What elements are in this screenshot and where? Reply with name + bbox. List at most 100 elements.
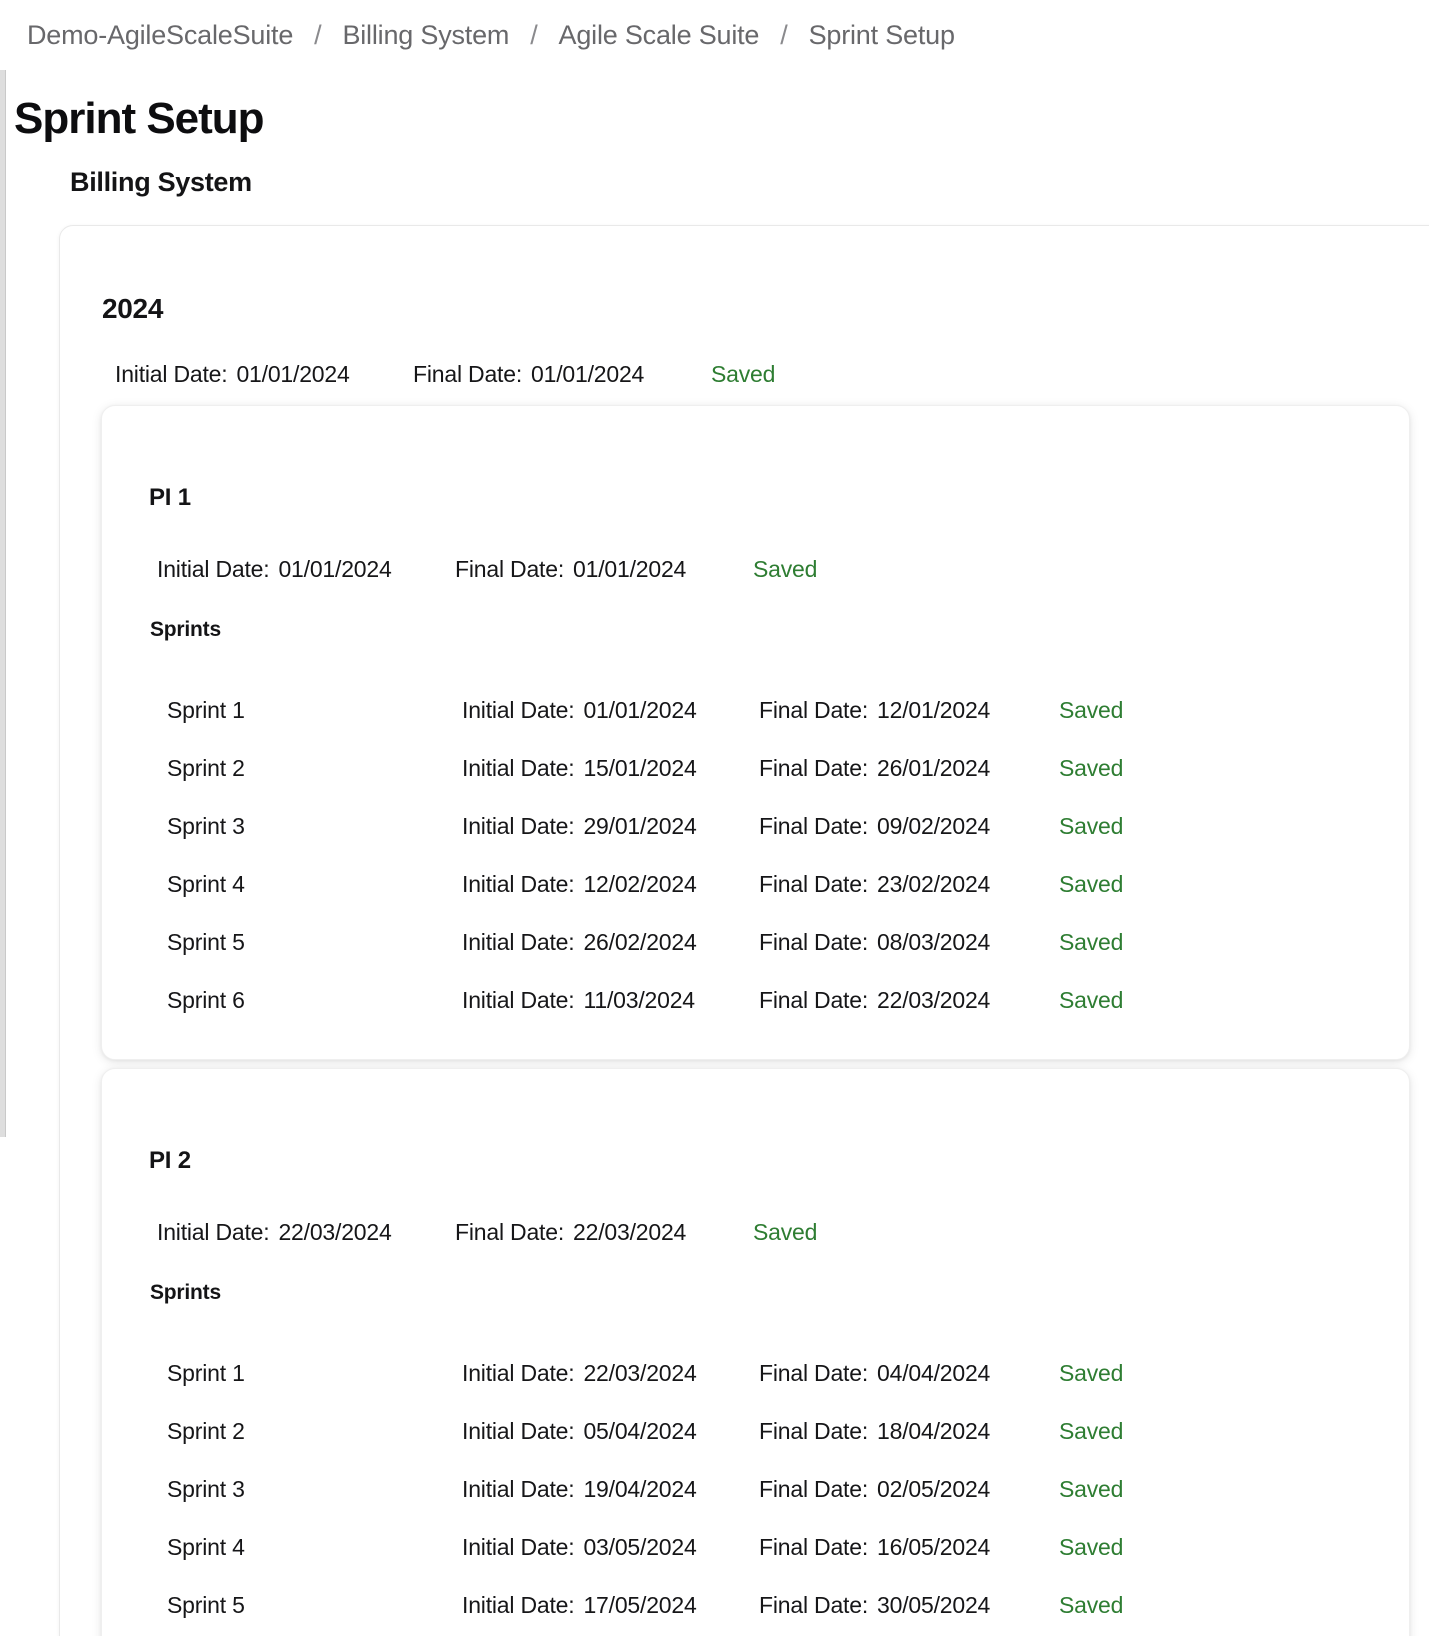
initial-date-label: Initial Date: bbox=[462, 813, 575, 839]
sprint-initial-date-field[interactable]: Initial Date: 26/02/2024 bbox=[462, 929, 759, 956]
sprint-initial-date-field[interactable]: Initial Date: 05/04/2024 bbox=[462, 1418, 759, 1445]
final-date-value: 01/01/2024 bbox=[573, 556, 687, 582]
initial-date-value: 01/01/2024 bbox=[583, 697, 697, 723]
sprint-name: Sprint 1 bbox=[167, 1360, 245, 1386]
final-date-label: Final Date: bbox=[759, 697, 869, 723]
sprint-initial-date-field[interactable]: Initial Date: 29/01/2024 bbox=[462, 813, 759, 840]
breadcrumb-item-agile-scale-suite[interactable]: Agile Scale Suite bbox=[559, 20, 760, 51]
left-panel-scrollbar[interactable] bbox=[0, 70, 6, 1137]
initial-date-label: Initial Date: bbox=[462, 697, 575, 723]
sprint-final-date-field[interactable]: Final Date: 09/02/2024 bbox=[759, 813, 1059, 840]
final-date-label: Final Date: bbox=[759, 1476, 869, 1502]
initial-date-label: Initial Date: bbox=[462, 1592, 575, 1618]
sprint-name: Sprint 5 bbox=[167, 1592, 245, 1618]
initial-date-label: Initial Date: bbox=[157, 556, 270, 582]
initial-date-value: 03/05/2024 bbox=[583, 1534, 697, 1560]
breadcrumb-item-project[interactable]: Demo-AgileScaleSuite bbox=[27, 20, 293, 51]
pi-initial-date-field[interactable]: Initial Date: 01/01/2024 bbox=[157, 556, 455, 583]
sprint-row[interactable]: Sprint 4 Initial Date: 12/02/2024 Final D… bbox=[102, 871, 1409, 898]
pi-date-row: Initial Date: 01/01/2024 Final Date: 01/01… bbox=[102, 556, 1409, 583]
sprint-final-date-field[interactable]: Final Date: 23/02/2024 bbox=[759, 871, 1059, 898]
sprint-final-date-field[interactable]: Final Date: 22/03/2024 bbox=[759, 987, 1059, 1014]
initial-date-label: Initial Date: bbox=[462, 871, 575, 897]
sprint-final-date-field[interactable]: Final Date: 02/05/2024 bbox=[759, 1476, 1059, 1503]
main-content: Sprint Setup Billing System 2024 Initial… bbox=[14, 93, 1429, 1636]
sprint-row[interactable]: Sprint 5 Initial Date: 17/05/2024 Final D… bbox=[102, 1592, 1409, 1619]
breadcrumb-separator: / bbox=[314, 20, 322, 50]
initial-date-label: Initial Date: bbox=[462, 1418, 575, 1444]
pi-card-2: PI 2 Initial Date: 22/03/2024 Final Date:… bbox=[101, 1068, 1410, 1636]
final-date-value: 18/04/2024 bbox=[877, 1418, 991, 1444]
sprint-saved-status: Saved bbox=[1059, 755, 1124, 781]
initial-date-value: 01/01/2024 bbox=[278, 556, 392, 582]
pi-date-row: Initial Date: 22/03/2024 Final Date: 22/03… bbox=[102, 1219, 1409, 1246]
final-date-label: Final Date: bbox=[759, 1592, 869, 1618]
sprint-initial-date-field[interactable]: Initial Date: 01/01/2024 bbox=[462, 697, 759, 724]
sprint-row[interactable]: Sprint 1 Initial Date: 22/03/2024 Final D… bbox=[102, 1360, 1409, 1387]
final-date-value: 09/02/2024 bbox=[877, 813, 991, 839]
final-date-value: 12/01/2024 bbox=[877, 697, 991, 723]
sprint-row[interactable]: Sprint 1 Initial Date: 01/01/2024 Final D… bbox=[102, 697, 1409, 724]
sprint-saved-status: Saved bbox=[1059, 813, 1124, 839]
pi-saved-status: Saved bbox=[753, 1219, 818, 1245]
final-date-value: 02/05/2024 bbox=[877, 1476, 991, 1502]
final-date-label: Final Date: bbox=[759, 813, 869, 839]
sprint-list: Sprint 1 Initial Date: 01/01/2024 Final D… bbox=[102, 697, 1409, 1014]
final-date-label: Final Date: bbox=[759, 1534, 869, 1560]
year-saved-status: Saved bbox=[711, 361, 776, 387]
sprint-initial-date-field[interactable]: Initial Date: 22/03/2024 bbox=[462, 1360, 759, 1387]
pi-initial-date-field[interactable]: Initial Date: 22/03/2024 bbox=[157, 1219, 455, 1246]
initial-date-value: 29/01/2024 bbox=[583, 813, 697, 839]
sprint-initial-date-field[interactable]: Initial Date: 12/02/2024 bbox=[462, 871, 759, 898]
initial-date-value: 05/04/2024 bbox=[583, 1418, 697, 1444]
sprint-row[interactable]: Sprint 2 Initial Date: 05/04/2024 Final D… bbox=[102, 1418, 1409, 1445]
sprint-list: Sprint 1 Initial Date: 22/03/2024 Final D… bbox=[102, 1360, 1409, 1619]
final-date-value: 08/03/2024 bbox=[877, 929, 991, 955]
year-final-date-field[interactable]: Final Date: 01/01/2024 bbox=[413, 361, 711, 388]
sprint-final-date-field[interactable]: Final Date: 12/01/2024 bbox=[759, 697, 1059, 724]
sprint-name: Sprint 5 bbox=[167, 929, 245, 955]
sprint-initial-date-field[interactable]: Initial Date: 17/05/2024 bbox=[462, 1592, 759, 1619]
sprint-final-date-field[interactable]: Final Date: 30/05/2024 bbox=[759, 1592, 1059, 1619]
breadcrumb-separator: / bbox=[530, 20, 538, 50]
sprint-initial-date-field[interactable]: Initial Date: 15/01/2024 bbox=[462, 755, 759, 782]
sprint-saved-status: Saved bbox=[1059, 1592, 1124, 1618]
initial-date-label: Initial Date: bbox=[115, 361, 228, 387]
initial-date-label: Initial Date: bbox=[462, 1360, 575, 1386]
sprint-row[interactable]: Sprint 3 Initial Date: 19/04/2024 Final D… bbox=[102, 1476, 1409, 1503]
breadcrumb-item-sprint-setup[interactable]: Sprint Setup bbox=[809, 20, 955, 51]
sprint-row[interactable]: Sprint 2 Initial Date: 15/01/2024 Final D… bbox=[102, 755, 1409, 782]
final-date-value: 22/03/2024 bbox=[877, 987, 991, 1013]
sprint-initial-date-field[interactable]: Initial Date: 19/04/2024 bbox=[462, 1476, 759, 1503]
final-date-value: 26/01/2024 bbox=[877, 755, 991, 781]
sprint-row[interactable]: Sprint 6 Initial Date: 11/03/2024 Final D… bbox=[102, 987, 1409, 1014]
sprint-final-date-field[interactable]: Final Date: 18/04/2024 bbox=[759, 1418, 1059, 1445]
sprint-saved-status: Saved bbox=[1059, 987, 1124, 1013]
year-initial-date-field[interactable]: Initial Date: 01/01/2024 bbox=[115, 361, 413, 388]
final-date-label: Final Date: bbox=[759, 1418, 869, 1444]
breadcrumb-item-billing-system[interactable]: Billing System bbox=[342, 20, 509, 51]
pi-final-date-field[interactable]: Final Date: 22/03/2024 bbox=[455, 1219, 753, 1246]
sprint-final-date-field[interactable]: Final Date: 04/04/2024 bbox=[759, 1360, 1059, 1387]
sprint-row[interactable]: Sprint 3 Initial Date: 29/01/2024 Final D… bbox=[102, 813, 1409, 840]
sprint-saved-status: Saved bbox=[1059, 929, 1124, 955]
sprint-row[interactable]: Sprint 4 Initial Date: 03/05/2024 Final D… bbox=[102, 1534, 1409, 1561]
sprint-initial-date-field[interactable]: Initial Date: 03/05/2024 bbox=[462, 1534, 759, 1561]
sprint-final-date-field[interactable]: Final Date: 16/05/2024 bbox=[759, 1534, 1059, 1561]
pi-final-date-field[interactable]: Final Date: 01/01/2024 bbox=[455, 556, 753, 583]
initial-date-label: Initial Date: bbox=[462, 1476, 575, 1502]
final-date-value: 01/01/2024 bbox=[531, 361, 645, 387]
year-date-row: Initial Date: 01/01/2024 Final Date: 01/01… bbox=[60, 361, 1429, 388]
year-card-2024: 2024 Initial Date: 01/01/2024 Final Date:… bbox=[59, 225, 1429, 1636]
sprint-final-date-field[interactable]: Final Date: 26/01/2024 bbox=[759, 755, 1059, 782]
initial-date-value: 17/05/2024 bbox=[583, 1592, 697, 1618]
sprint-initial-date-field[interactable]: Initial Date: 11/03/2024 bbox=[462, 987, 759, 1014]
final-date-label: Final Date: bbox=[455, 556, 565, 582]
sprint-row[interactable]: Sprint 5 Initial Date: 26/02/2024 Final D… bbox=[102, 929, 1409, 956]
initial-date-value: 19/04/2024 bbox=[583, 1476, 697, 1502]
sprint-final-date-field[interactable]: Final Date: 08/03/2024 bbox=[759, 929, 1059, 956]
sprint-saved-status: Saved bbox=[1059, 1360, 1124, 1386]
final-date-label: Final Date: bbox=[413, 361, 523, 387]
initial-date-label: Initial Date: bbox=[462, 755, 575, 781]
initial-date-label: Initial Date: bbox=[462, 929, 575, 955]
